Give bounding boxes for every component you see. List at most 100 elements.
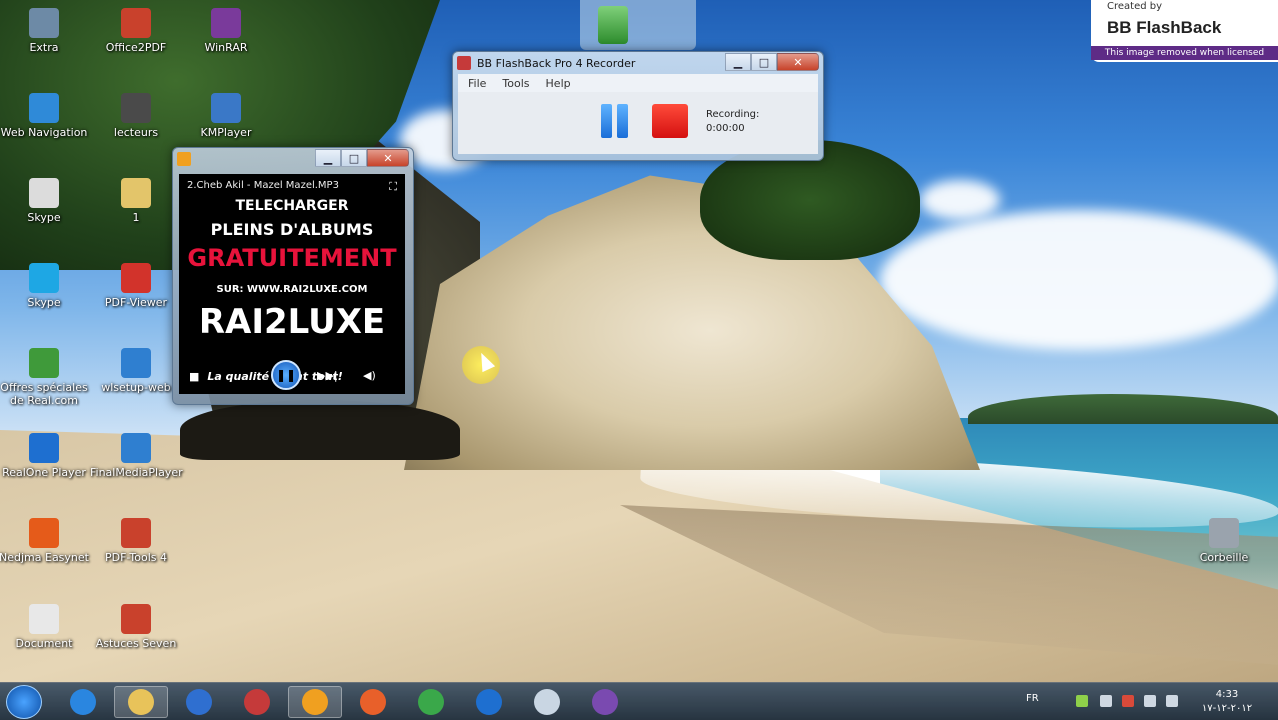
pause-button[interactable]: ❚❚ [271, 360, 301, 390]
desktop-icon-windows[interactable]: wlsetup-web [90, 348, 182, 394]
recorder-title: BB FlashBack Pro 4 Recorder [477, 56, 636, 70]
desktop-icon-extra[interactable]: Extra [0, 8, 90, 54]
player-video-area[interactable]: 2.Cheb Akil - Mazel Mazel.MP3 ⛶ TELECHAR… [179, 174, 405, 394]
menu-file[interactable]: File [468, 77, 486, 90]
taskbar: FR 4:33 ٢٠١٢-١٢-١٧ [0, 682, 1278, 720]
close-button[interactable]: ✕ [367, 149, 409, 167]
desktop-icon-label: PDF-Viewer [104, 296, 168, 309]
desktop-icon-label: KMPlayer [200, 126, 252, 139]
tray-icon[interactable] [1144, 695, 1156, 707]
desktop-icon-label: RealOne Player [2, 466, 86, 479]
recorder-window: BB FlashBack Pro 4 Recorder ▁ □ ✕ File T… [452, 51, 824, 161]
astuces-icon [121, 604, 151, 634]
taskbar-window-button[interactable] [520, 686, 574, 718]
chrome-icon [418, 689, 444, 715]
desktop-icon-label: WinRAR [204, 41, 248, 54]
recording-time: 0:00:00 [706, 123, 745, 134]
language-indicator[interactable]: FR [1026, 693, 1039, 704]
start-button[interactable] [6, 685, 42, 719]
battery-icon[interactable] [1076, 695, 1088, 707]
maximize-button[interactable]: □ [341, 149, 367, 167]
pdf-tools-icon [121, 518, 151, 548]
taskbar-paint-button[interactable] [230, 686, 284, 718]
desktop-icon-kmplayer[interactable]: KMPlayer [180, 93, 272, 139]
volume-icon[interactable] [1166, 695, 1178, 707]
recorder-titlebar[interactable]: BB FlashBack Pro 4 Recorder ▁ □ ✕ [453, 52, 823, 74]
desktop-icon-label: 1 [132, 211, 140, 224]
web-navigation-icon [29, 93, 59, 123]
fullscreen-icon[interactable]: ⛶ [389, 180, 397, 194]
taskbar-flashback-recorder-button[interactable] [288, 686, 342, 718]
taskbar-ie-button[interactable] [56, 686, 110, 718]
poster-logo: RAI2LUXE [198, 302, 386, 342]
desktop-icon-web-navigation[interactable]: Web Navigation [0, 93, 90, 139]
desktop-icon-label: Web Navigation [0, 126, 88, 139]
player-app-icon [177, 152, 191, 166]
taskbar-media-player-button[interactable] [172, 686, 226, 718]
desktop-icon-recycle-bin[interactable]: Corbeille [1178, 518, 1270, 564]
ie-icon [70, 689, 96, 715]
desktop-icon-lecteurs[interactable]: lecteurs [90, 93, 182, 139]
action-center-icon[interactable] [1122, 695, 1134, 707]
desktop-icon-astuces[interactable]: Astuces Seven [90, 604, 182, 650]
desktop-icon-label: Offres spéciales de Real.com [0, 381, 88, 407]
minimize-button[interactable]: ▁ [725, 53, 751, 71]
media-player-window: ▁ □ ✕ 2.Cheb Akil - Mazel Mazel.MP3 ⛶ TE… [172, 147, 414, 405]
minimize-button[interactable]: ▁ [315, 149, 341, 167]
pause-recording-button[interactable] [598, 104, 630, 138]
next-track-icon[interactable]: ▶▶| [317, 369, 338, 382]
realone-icon [476, 689, 502, 715]
desktop-icon-pdf-viewer[interactable]: PDF-Viewer [90, 263, 182, 309]
taskbar-explorer-button[interactable] [114, 686, 168, 718]
desktop-icon-winrar[interactable]: WinRAR [180, 8, 272, 54]
skype-icon [29, 263, 59, 293]
realone-icon [29, 433, 59, 463]
close-button[interactable]: ✕ [777, 53, 819, 71]
stop-icon[interactable]: ■ [189, 370, 199, 383]
desktop-icon-office2pdf[interactable]: Office2PDF [90, 8, 182, 54]
recorder-panel: Recording: 0:00:00 [458, 92, 818, 154]
recorder-window-controls: ▁ □ ✕ [725, 53, 819, 71]
player-window-controls: ▁ □ ✕ [315, 149, 409, 167]
menu-tools[interactable]: Tools [502, 77, 529, 90]
extra-icon [29, 8, 59, 38]
maximize-button[interactable]: □ [751, 53, 777, 71]
menu-help[interactable]: Help [546, 77, 571, 90]
desktop-icon-document[interactable]: Skype [0, 178, 90, 224]
kmplayer-icon [211, 93, 241, 123]
desktop-icon-folder[interactable]: 1 [90, 178, 182, 224]
network-icon[interactable] [1100, 695, 1112, 707]
volume-icon[interactable]: ◀) [363, 369, 376, 382]
desktop-icon-label: Corbeille [1199, 551, 1249, 564]
recycle-bin-icon [598, 6, 628, 44]
player-titlebar[interactable]: ▁ □ ✕ [173, 148, 413, 170]
desktop-icon-document[interactable]: Document [0, 604, 90, 650]
desktop-icon-gift[interactable]: Offres spéciales de Real.com [0, 348, 90, 407]
desktop-icon-label: Extra [29, 41, 59, 54]
clock[interactable]: 4:33 ٢٠١٢-١٢-١٧ [1192, 688, 1262, 716]
desktop-icon-skype[interactable]: Skype [0, 263, 90, 309]
clock-date: ٢٠١٢-١٢-١٧ [1201, 703, 1253, 714]
desktop-icon-play[interactable]: FinalMediaPlayer [90, 433, 183, 479]
system-tray: FR 4:33 ٢٠١٢-١٢-١٧ [1020, 683, 1278, 720]
flashback-icon [592, 689, 618, 715]
recycle-bin-icon [1209, 518, 1239, 548]
stop-recording-button[interactable] [652, 104, 688, 138]
watermark-brand: BB FlashBack [1107, 18, 1222, 37]
desktop-icon-label: FinalMediaPlayer [90, 466, 183, 479]
lecteurs-icon [121, 93, 151, 123]
taskbar-firefox-button[interactable] [346, 686, 400, 718]
desktop-icon-realone[interactable]: RealOne Player [0, 433, 90, 479]
desktop-icon-pdf-tools[interactable]: PDF-Tools 4 [90, 518, 182, 564]
taskbar-realone-button[interactable] [462, 686, 516, 718]
poster-line-1: TELECHARGER [235, 198, 349, 214]
poster-line-4: SUR: WWW.RAI2LUXE.COM [216, 284, 368, 295]
recycle-bin-gadget[interactable] [580, 0, 696, 50]
gift-icon [29, 348, 59, 378]
desktop-icon-label: Astuces Seven [95, 637, 177, 650]
taskbar-flashback-button[interactable] [578, 686, 632, 718]
poster-line-3: GRATUITEMENT [187, 244, 397, 272]
desktop-icon-nedjma[interactable]: Nedjma Easynet [0, 518, 90, 564]
wallpaper-cave [180, 400, 460, 460]
taskbar-chrome-button[interactable] [404, 686, 458, 718]
